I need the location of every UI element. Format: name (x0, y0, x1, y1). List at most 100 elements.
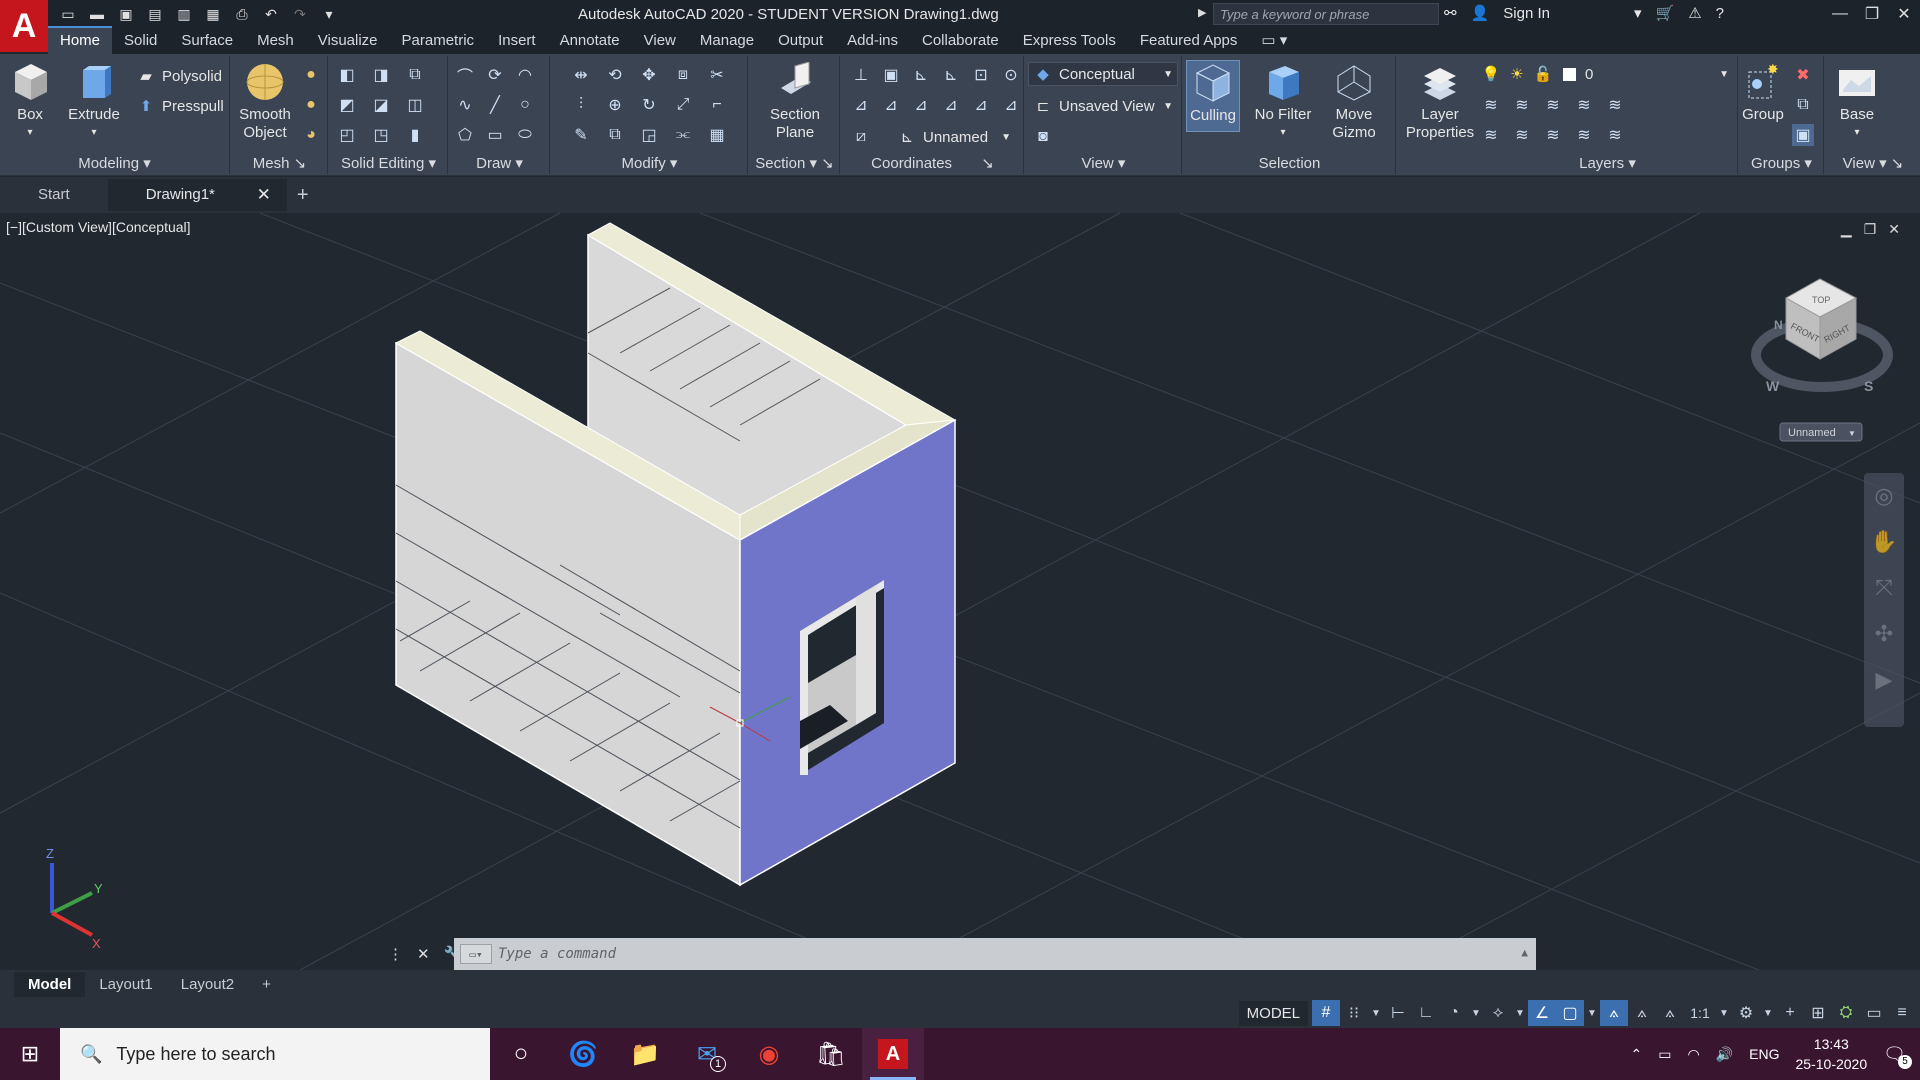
iso-chevron-icon[interactable]: ▼ (1512, 1000, 1528, 1026)
layer-match-icon[interactable]: ≋ (1604, 94, 1626, 116)
layer-properties-button[interactable]: Layer Properties (1402, 62, 1478, 142)
group-selection-icon[interactable]: ▣ (1792, 124, 1814, 146)
layer-unisolate-icon[interactable]: ≋ (1511, 124, 1533, 146)
ucs-face-icon[interactable]: ⊿ (910, 94, 932, 116)
ucs-3point-icon[interactable]: ⊿ (940, 94, 962, 116)
save-icon[interactable]: ▣ (116, 4, 136, 24)
open-web-icon[interactable]: ▥ (174, 4, 194, 24)
model-space-toggle[interactable]: MODEL (1238, 1000, 1308, 1026)
file-explorer-icon[interactable]: 📁 (614, 1028, 676, 1080)
microsoft-store-icon[interactable]: 🛍 (800, 1028, 862, 1080)
move-gizmo-button[interactable]: Move Gizmo (1322, 62, 1386, 142)
rotate3d-icon[interactable]: ⟲ (604, 64, 626, 86)
viewport-config-icon[interactable]: ◙ (1032, 126, 1054, 148)
group-button[interactable]: ✸ Group (1740, 62, 1786, 124)
ribbon-tab-insert[interactable]: Insert (486, 28, 548, 54)
quick-properties-icon[interactable]: ⛭ (1832, 1000, 1860, 1026)
steering-wheel-icon[interactable]: ◎ (1864, 473, 1904, 519)
array3d-icon[interactable]: ⊕ (604, 94, 626, 116)
layer-freeze-icon[interactable]: ≋ (1542, 94, 1564, 116)
file-tab-drawing1[interactable]: Drawing1* ✕ (107, 179, 287, 211)
minimize-icon[interactable]: — (1824, 0, 1856, 28)
ucs-named-dropdown[interactable]: ⊾ Unnamed ▼ (892, 125, 1016, 149)
taskbar-clock[interactable]: 13:43 25-10-2020 (1796, 1034, 1868, 1074)
layer-lock-icon[interactable]: ≋ (1573, 94, 1595, 116)
add-layout-plus-icon[interactable]: + (248, 972, 285, 997)
solid-editing-panel-label[interactable]: Solid Editing ▾ (330, 154, 447, 172)
fillet-icon[interactable]: ⌐ (706, 94, 728, 116)
save-as-icon[interactable]: ▤ (145, 4, 165, 24)
draw-panel-label[interactable]: Draw ▾ (450, 154, 549, 172)
presspull-button[interactable]: ⬆ Presspull (136, 96, 224, 116)
mesh-smooth-less-icon[interactable]: ● (300, 94, 322, 116)
subtract-icon[interactable]: ◨ (370, 64, 392, 86)
layer-isolate-icon[interactable]: ≋ (1511, 94, 1533, 116)
plot-icon[interactable]: ⎙ (232, 4, 252, 24)
ribbon-tab-featured-apps[interactable]: Featured Apps (1128, 28, 1250, 54)
mirror-icon[interactable]: ⇹ (570, 64, 592, 86)
ungroup-icon[interactable]: ✖ (1792, 64, 1814, 86)
ellipse-icon[interactable]: ⬭ (514, 124, 536, 146)
restore-icon[interactable]: ❐ (1856, 0, 1888, 28)
ribbon-tab-parametric[interactable]: Parametric (390, 28, 487, 54)
intersect-icon[interactable]: ◰ (336, 124, 358, 146)
isodraft-icon[interactable]: ⟡ (1484, 1000, 1512, 1026)
mail-icon[interactable]: ✉ 1 (676, 1028, 738, 1080)
named-view-dropdown[interactable]: ⊏ Unsaved View ▼ (1028, 94, 1178, 118)
wifi-icon[interactable]: ◠ (1688, 1046, 1700, 1063)
viewcube-top-label[interactable]: TOP (1812, 295, 1830, 305)
ucs-zaxis-icon[interactable]: ⊿ (970, 94, 992, 116)
scale-icon[interactable]: ⤢ (672, 94, 694, 116)
ucs-object-icon[interactable]: ⊿ (880, 94, 902, 116)
annotation-visibility-icon[interactable]: ⟑ (1600, 1000, 1628, 1026)
layer-current-icon[interactable]: ≋ (1604, 124, 1626, 146)
compass-w-label[interactable]: W (1766, 378, 1780, 394)
erase-icon[interactable]: ✎ (570, 124, 592, 146)
polysolid-button[interactable]: ▰ Polysolid (136, 66, 222, 86)
ortho-mode-icon[interactable]: ∟ (1412, 1000, 1440, 1026)
ribbon-tab-add-ins[interactable]: Add-ins (835, 28, 910, 54)
binoculars-icon[interactable]: ⚯ (1444, 4, 1457, 22)
layout-tab-layout2[interactable]: Layout2 (167, 972, 248, 997)
layer-dropdown[interactable]: 💡 ☀ 🔓 0 ▼ (1476, 62, 1734, 86)
volume-icon[interactable]: 🔊 (1716, 1046, 1733, 1063)
ribbon-tab-collaborate[interactable]: Collaborate (910, 28, 1011, 54)
viewcube[interactable]: TOP FRONT RIGHT W N S Unnamed ▼ (1751, 278, 1893, 442)
polar-tracking-icon[interactable]: ◔ (1440, 1000, 1468, 1026)
file-tab-start[interactable]: Start (0, 179, 108, 211)
new-file-icon[interactable]: ▭ (58, 4, 78, 24)
extract-edges-icon[interactable]: ◫ (404, 94, 426, 116)
cart-icon[interactable]: 🛒 (1656, 4, 1675, 22)
scale-chevron-icon[interactable]: ▼ (1716, 1000, 1732, 1026)
slice-icon[interactable]: ◩ (336, 94, 358, 116)
copy-icon[interactable]: ⧉ (604, 124, 626, 146)
redo-icon[interactable]: ↷ (290, 4, 310, 24)
snap-chevron-icon[interactable]: ▼ (1368, 1000, 1384, 1026)
union-icon[interactable]: ◧ (336, 64, 358, 86)
ribbon-tab-solid[interactable]: Solid (112, 28, 169, 54)
osnap-chevron-icon[interactable]: ▼ (1584, 1000, 1600, 1026)
object-snap-icon[interactable]: ▢ (1556, 1000, 1584, 1026)
ucs-icon[interactable]: ⊥ (850, 64, 872, 86)
layer-on-icon[interactable]: ≋ (1480, 124, 1502, 146)
task-view-icon[interactable]: ○ (490, 1028, 552, 1080)
ribbon-tab-mesh[interactable]: Mesh (245, 28, 306, 54)
ucs-x-icon[interactable]: ⊾ (910, 64, 932, 86)
helix-icon[interactable]: ⟳ (484, 64, 506, 86)
notification-center-icon[interactable]: 🗨 5 (1883, 1044, 1912, 1069)
command-prompt-icon[interactable]: ▭▾ (460, 944, 492, 964)
groups-panel-label[interactable]: Groups ▾ (1740, 154, 1823, 172)
windows-start-icon[interactable]: ⊞ (0, 1028, 60, 1080)
units-icon[interactable]: ⊞ (1804, 1000, 1832, 1026)
workspace-chevron-icon[interactable]: ▼ (1760, 1000, 1776, 1026)
base-view-button[interactable]: Base ▾ (1830, 62, 1884, 142)
ribbon-tab-view[interactable]: View (632, 28, 688, 54)
no-filter-button[interactable]: No Filter ▾ (1248, 62, 1318, 142)
open-folder-icon[interactable]: ▬ (87, 4, 107, 24)
ucs-view-icon[interactable]: ⊿ (850, 94, 872, 116)
a360-icon[interactable]: ⚠ (1688, 4, 1701, 22)
edge-browser-icon[interactable]: 🌀 (552, 1028, 614, 1080)
align-icon[interactable]: ⫶ (570, 94, 592, 116)
ribbon-tab-visualize[interactable]: Visualize (306, 28, 390, 54)
layers-panel-label[interactable]: Layers ▾ (1478, 154, 1737, 172)
